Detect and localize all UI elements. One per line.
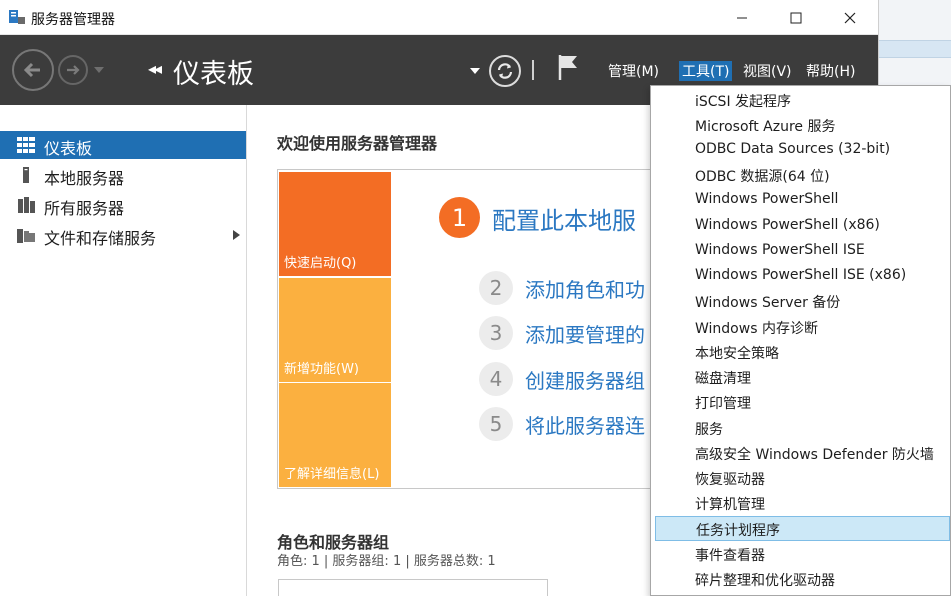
file-storage-icon [17,229,35,243]
step-number-badge: 4 [479,362,513,396]
menu-item-defragment[interactable]: 碎片整理和优化驱动器 [651,567,950,592]
menu-item-powershell[interactable]: Windows PowerShell [651,188,950,213]
menu-item-local-security-policy[interactable]: 本地安全策略 [651,340,950,365]
step-link-add-roles[interactable]: 添加角色和功 [525,274,645,303]
dashboard-icon [17,137,35,153]
step-link-create-group[interactable]: 创建服务器组 [525,365,645,394]
sidebar-item-dashboard[interactable]: 仪表板 [0,131,246,159]
step-number-badge: 2 [479,271,513,305]
notifications-flag-icon[interactable] [556,53,580,81]
sidebar-item-label: 本地服务器 [44,169,125,188]
tile-label: 快速启动(Q) [284,256,357,271]
title-bar: 服务器管理器 [0,0,878,35]
menu-help[interactable]: 帮助(H) [806,61,855,81]
menu-item-azure-services[interactable]: Microsoft Azure 服务 [651,113,950,138]
refresh-icon [497,63,513,79]
menu-manage[interactable]: 管理(M) [608,61,659,81]
step-number-badge: 1 [439,197,480,238]
menu-item-event-viewer[interactable]: 事件查看器 [651,542,950,567]
menu-item-computer-management[interactable]: 计算机管理 [651,491,950,516]
role-card[interactable] [278,579,548,596]
step-link-configure[interactable]: 配置此本地服 [492,201,636,236]
tile-label: 新增功能(W) [284,362,359,377]
forward-button[interactable] [58,55,88,85]
menu-tools[interactable]: 工具(T) [679,61,733,81]
menu-item-iscsi-initiator[interactable]: iSCSI 发起程序 [651,88,950,113]
menu-item-services[interactable]: 服务 [651,416,950,441]
all-servers-icon [18,197,35,213]
menu-item-powershell-ise[interactable]: Windows PowerShell ISE [651,239,950,264]
close-icon [844,12,856,23]
menu-item-server-backup[interactable]: Windows Server 备份 [651,289,950,314]
tile-quick-start[interactable]: 快速启动(Q) [279,172,391,276]
back-button[interactable] [12,49,54,91]
breadcrumb-dropdown-icon[interactable] [470,68,480,74]
tile-whats-new[interactable]: 新增功能(W) [279,278,391,382]
menu-view[interactable]: 视图(V) [743,61,792,81]
menu-item-disk-cleanup[interactable]: 磁盘清理 [651,365,950,390]
sidebar-item-local-server[interactable]: 本地服务器 [0,161,246,189]
refresh-button[interactable] [489,55,521,87]
sidebar-item-label: 文件和存储服务 [44,229,157,248]
sidebar-item-all-servers[interactable]: 所有服务器 [0,191,246,219]
minimize-button[interactable] [719,0,765,35]
sidebar-item-label: 仪表板 [44,139,93,158]
tools-dropdown-menu: iSCSI 发起程序 Microsoft Azure 服务 ODBC Data … [650,85,951,596]
roles-summary: 角色: 1 | 服务器组: 1 | 服务器总数: 1 [277,554,496,569]
close-button[interactable] [827,0,873,35]
server-manager-app-icon [9,10,25,24]
menu-item-task-scheduler[interactable]: 任务计划程序 [655,516,950,541]
page-title: 仪表板 [173,59,254,90]
menu-item-powershell-x86[interactable]: Windows PowerShell (x86) [651,214,950,239]
breadcrumb-chevron-icon: ◂◂ [148,59,162,78]
tile-learn-more[interactable]: 了解详细信息(L) [279,383,391,487]
header-separator [532,60,534,80]
minimize-icon [737,17,747,18]
back-arrow-icon [23,62,40,78]
maximize-button[interactable] [773,0,819,35]
history-dropdown-icon[interactable] [94,67,104,73]
menu-item-recovery-drive[interactable]: 恢复驱动器 [651,466,950,491]
step-number-badge: 3 [479,316,513,350]
step-link-add-servers[interactable]: 添加要管理的 [525,319,645,348]
step-number-badge: 5 [479,407,513,441]
sidebar-item-label: 所有服务器 [44,199,125,218]
window-title: 服务器管理器 [31,12,115,28]
sidebar-item-file-storage[interactable]: 文件和存储服务 [0,221,246,249]
forward-arrow-icon [67,65,80,75]
sidebar: 仪表板 本地服务器 所有服务器 文件和存储服务 [0,105,247,596]
menu-item-odbc-64[interactable]: ODBC 数据源(64 位) [651,163,950,188]
expand-arrow-icon[interactable] [233,230,240,240]
step-link-connect[interactable]: 将此服务器连 [525,410,645,439]
menu-item-defender-firewall[interactable]: 高级安全 Windows Defender 防火墙 [651,441,950,466]
maximize-icon [790,12,802,23]
menu-item-print-management[interactable]: 打印管理 [651,390,950,415]
tile-label: 了解详细信息(L) [284,467,380,482]
welcome-title: 欢迎使用服务器管理器 [277,134,438,153]
menu-item-odbc-32[interactable]: ODBC Data Sources (32-bit) [651,138,950,163]
menu-item-powershell-ise-x86[interactable]: Windows PowerShell ISE (x86) [651,264,950,289]
menu-item-memory-diagnostic[interactable]: Windows 内存诊断 [651,315,950,340]
local-server-icon [23,167,29,183]
